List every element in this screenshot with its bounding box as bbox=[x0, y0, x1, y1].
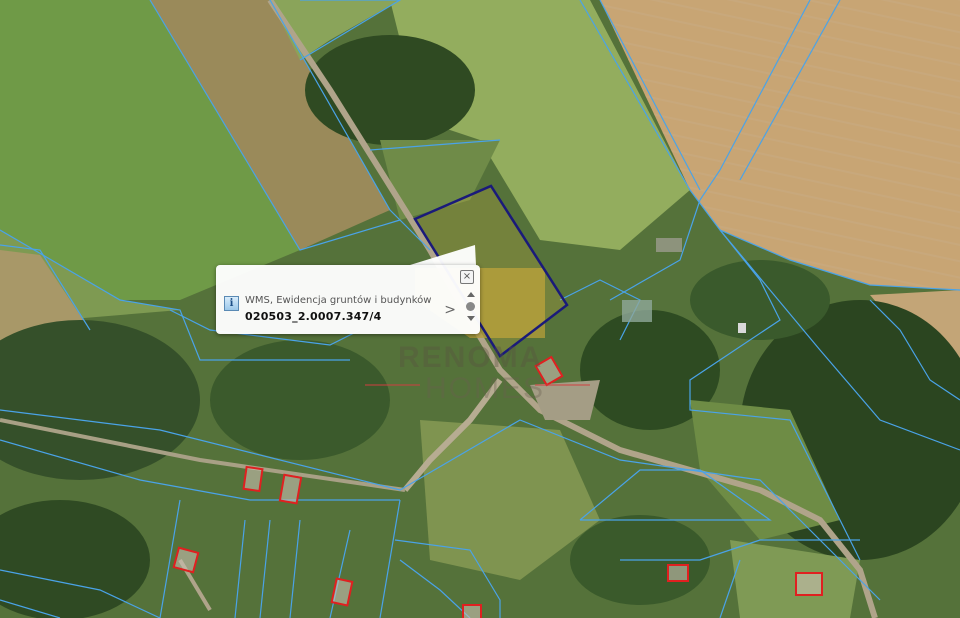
building bbox=[172, 546, 200, 574]
scroll-down-icon[interactable] bbox=[467, 316, 475, 321]
building bbox=[795, 572, 823, 596]
next-feature-button[interactable]: > bbox=[444, 302, 456, 318]
aerial-map[interactable]: RENOMA HOMES bbox=[0, 0, 960, 618]
close-icon[interactable]: × bbox=[460, 270, 474, 284]
building bbox=[242, 465, 264, 493]
building bbox=[278, 473, 303, 505]
layer-name: WMS, Ewidencja gruntów i budynków bbox=[245, 295, 432, 306]
popup-scrollbar[interactable] bbox=[466, 292, 476, 330]
scroll-thumb[interactable] bbox=[466, 302, 475, 311]
watermark-homes: HOMES bbox=[425, 372, 545, 405]
building bbox=[667, 564, 689, 582]
building bbox=[462, 604, 482, 618]
watermark-renoma: RENOMA bbox=[398, 341, 543, 374]
small-structure bbox=[656, 238, 682, 252]
feature-info-popup: × i WMS, Ewidencja gruntów i budynków 02… bbox=[216, 265, 480, 334]
small-structure bbox=[738, 323, 746, 333]
feature-info-row: i WMS, Ewidencja gruntów i budynków 0205… bbox=[222, 293, 454, 323]
forest-patch bbox=[690, 260, 830, 340]
info-icon: i bbox=[224, 296, 239, 311]
parcel-id: 020503_2.0007.347/4 bbox=[245, 310, 382, 323]
scroll-up-icon[interactable] bbox=[467, 292, 475, 297]
small-structure bbox=[622, 300, 652, 322]
forest-patch bbox=[210, 340, 390, 460]
